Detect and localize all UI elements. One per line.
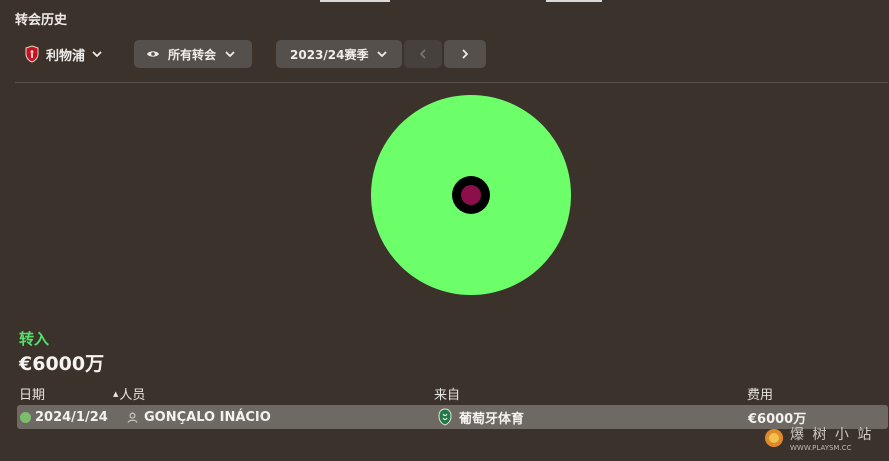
row-date-cell: 2024/1/24 bbox=[20, 405, 108, 429]
transfer-filter-dropdown[interactable]: 所有转会 bbox=[134, 40, 252, 68]
season-dropdown[interactable]: 2023/24赛季 bbox=[276, 40, 402, 68]
club-name: 利物浦 bbox=[46, 48, 86, 64]
incoming-total: €6000万 bbox=[19, 353, 105, 375]
season-label: 2023/24赛季 bbox=[290, 47, 369, 62]
pie-center-dot bbox=[461, 185, 481, 205]
column-header-from[interactable]: 来自 bbox=[434, 384, 460, 403]
filter-label: 所有转会 bbox=[168, 47, 217, 62]
sporting-crest-icon bbox=[437, 408, 453, 426]
toolbar: 利物浦 所有转会 2023/24赛季 bbox=[0, 40, 889, 68]
watermark-logo: 爆 树 小 站 WWW.PLAYSM.CC bbox=[762, 424, 884, 452]
transfer-pie-chart bbox=[371, 95, 571, 295]
column-header-date[interactable]: 日期 bbox=[19, 384, 45, 403]
person-icon bbox=[127, 412, 138, 423]
previous-season-button[interactable] bbox=[404, 40, 442, 68]
svg-text:爆 树 小 站: 爆 树 小 站 bbox=[790, 427, 873, 443]
chevron-right-icon bbox=[459, 48, 471, 60]
chevron-down-icon bbox=[224, 48, 236, 60]
svg-text:WWW.PLAYSM.CC: WWW.PLAYSM.CC bbox=[790, 444, 852, 452]
incoming-section-label: 转入 bbox=[19, 330, 50, 348]
from-club-name: 葡萄牙体育 bbox=[459, 411, 525, 427]
liverpool-crest-icon bbox=[24, 45, 40, 63]
divider bbox=[15, 82, 888, 83]
column-header-fee[interactable]: 费用 bbox=[747, 384, 773, 403]
table-row[interactable]: 2024/1/24 GONÇALO INÁCIO 葡萄牙体育 €6000万 bbox=[17, 405, 888, 429]
sort-ascending-icon: ▲ bbox=[113, 390, 119, 398]
next-season-button[interactable] bbox=[444, 40, 486, 68]
row-from-cell[interactable]: 葡萄牙体育 bbox=[437, 405, 524, 429]
top-indicator-right bbox=[546, 0, 602, 2]
column-header-person[interactable]: ▲人员 bbox=[113, 384, 145, 403]
chevron-down-icon bbox=[376, 48, 388, 60]
club-selector[interactable]: 利物浦 bbox=[24, 40, 103, 68]
chevron-down-icon bbox=[91, 48, 103, 60]
row-person-cell[interactable]: GONÇALO INÁCIO bbox=[127, 405, 271, 429]
status-dot-icon bbox=[20, 411, 31, 423]
eye-icon bbox=[146, 49, 160, 59]
chevron-left-icon bbox=[417, 48, 429, 60]
top-indicator-left bbox=[320, 0, 390, 2]
page-title: 转会历史 bbox=[15, 13, 68, 28]
player-name: GONÇALO INÁCIO bbox=[144, 409, 271, 425]
